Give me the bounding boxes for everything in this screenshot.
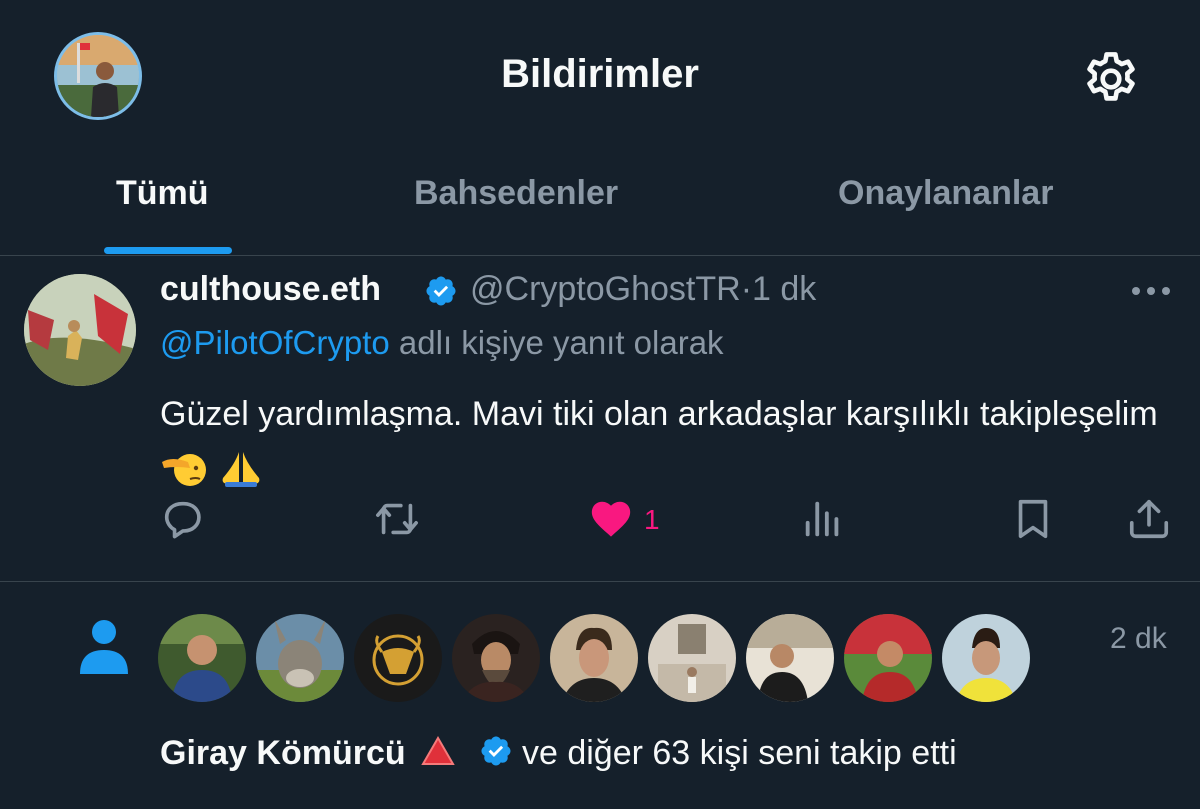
retweet-icon[interactable]: [372, 496, 422, 546]
active-tab-indicator: [104, 247, 232, 254]
notification-tabs: Tümü Bahsedenler Onaylananlar: [0, 150, 1200, 256]
more-options-icon[interactable]: [1128, 276, 1174, 306]
views-analytics-icon[interactable]: [800, 496, 846, 546]
author-avatar[interactable]: [24, 274, 136, 386]
author-name[interactable]: culthouse.eth: [160, 270, 381, 309]
tweet-body: Güzel yardımlaşma. Mavi tiki olan arkada…: [160, 395, 1158, 433]
follower-name[interactable]: Giray Kömürcü: [160, 734, 406, 772]
follower-avatar[interactable]: [452, 614, 540, 702]
like-heart-icon[interactable]: [588, 496, 634, 546]
follower-avatar[interactable]: [256, 614, 344, 702]
settings-gear-icon[interactable]: [1080, 48, 1142, 110]
reply-mention-link[interactable]: @PilotOfCrypto: [160, 324, 390, 361]
page-title: Bildirimler: [501, 52, 699, 96]
tweet-time: 1 dk: [752, 270, 817, 308]
tab-mentions[interactable]: Bahsedenler: [414, 174, 618, 213]
reply-context: @PilotOfCrypto adlı kişiye yanıt olarak: [160, 324, 724, 362]
follow-notification[interactable]: 2 dk Giray Kömürcü ve diğer 63 kişi seni…: [0, 582, 1200, 809]
tab-verified[interactable]: Onaylananlar: [838, 174, 1053, 213]
share-icon[interactable]: [1126, 496, 1172, 546]
verified-badge-icon: [426, 276, 456, 306]
follow-time: 2 dk: [1110, 622, 1167, 655]
reply-context-suffix: adlı kişiye yanıt olarak: [398, 324, 724, 361]
notifications-page: Bildirimler Tümü Bahsedenler Onaylananla…: [0, 0, 1200, 809]
reply-icon[interactable]: [160, 496, 206, 546]
author-handle-time[interactable]: @CryptoGhostTR·1 dk: [470, 270, 816, 309]
follow-summary: Giray Kömürcü ve diğer 63 kişi seni taki…: [160, 734, 957, 773]
tweet-text: Güzel yardımlaşma. Mavi tiki olan arkada…: [160, 388, 1160, 492]
dot-separator: ·: [740, 270, 753, 308]
header: Bildirimler: [0, 0, 1200, 150]
follower-avatar[interactable]: [746, 614, 834, 702]
red-triangle-icon: [421, 735, 455, 765]
follower-avatar[interactable]: [648, 614, 736, 702]
saluting-face-emoji-icon: [162, 454, 206, 487]
follower-avatar[interactable]: [158, 614, 246, 702]
like-count: 1: [644, 504, 660, 535]
folded-hands-emoji-icon: [223, 452, 260, 488]
bookmark-icon[interactable]: [1010, 496, 1056, 546]
tweet-actions: 1: [0, 496, 1200, 546]
person-follow-icon: [78, 618, 130, 674]
follower-avatar[interactable]: [942, 614, 1030, 702]
follower-avatar[interactable]: [354, 614, 442, 702]
reply-notification[interactable]: culthouse.eth @CryptoGhostTR·1 dk @Pilot…: [0, 256, 1200, 582]
tab-all[interactable]: Tümü: [116, 174, 209, 213]
verified-badge-icon: [481, 736, 511, 766]
follow-suffix: ve diğer 63 kişi seni takip etti: [521, 734, 957, 772]
follower-avatar[interactable]: [844, 614, 932, 702]
author-handle[interactable]: @CryptoGhostTR: [470, 270, 741, 308]
follower-avatar[interactable]: [550, 614, 638, 702]
